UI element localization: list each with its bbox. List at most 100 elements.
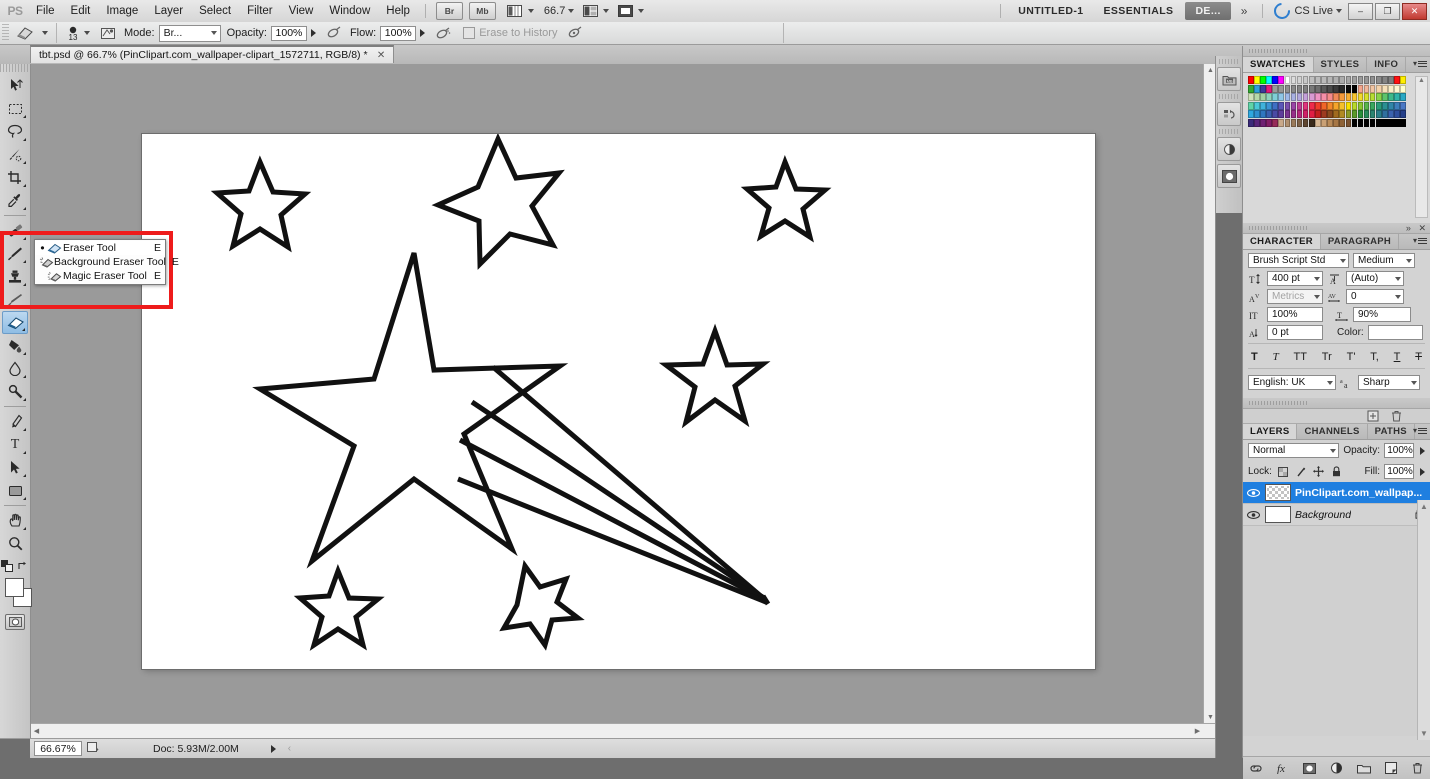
color-swatch[interactable] <box>1333 76 1339 85</box>
color-swatch[interactable] <box>1260 93 1266 102</box>
color-swatch[interactable] <box>1394 110 1400 119</box>
foreground-color-swatch[interactable] <box>5 578 24 597</box>
color-swatch[interactable] <box>1248 93 1254 102</box>
quick-mask-mode-icon[interactable] <box>5 614 25 630</box>
document-canvas[interactable] <box>142 134 1095 669</box>
color-swatch[interactable] <box>1333 84 1339 93</box>
color-swatch[interactable] <box>1339 118 1345 127</box>
eraser-tool-flyout-menu[interactable]: • Eraser Tool E Background Eraser Tool E… <box>34 239 179 285</box>
color-swatch[interactable] <box>1327 76 1333 85</box>
color-swatch[interactable] <box>1363 84 1370 93</box>
color-swatch[interactable] <box>1388 84 1394 93</box>
color-swatch[interactable] <box>1284 110 1291 119</box>
workspace-more-icon[interactable]: » <box>1233 4 1256 18</box>
color-swatch[interactable] <box>1333 118 1339 127</box>
eraser-tool-preset-icon[interactable] <box>13 24 39 42</box>
color-swatch[interactable] <box>1382 84 1388 93</box>
color-swatch[interactable] <box>1266 76 1272 85</box>
color-swatch[interactable] <box>1327 118 1333 127</box>
color-swatch[interactable] <box>1363 118 1370 127</box>
mode-select[interactable]: Br... <box>158 24 221 42</box>
swap-colors-icon[interactable] <box>18 561 29 572</box>
arrange-caret-icon[interactable] <box>638 9 645 13</box>
link-layers-icon[interactable] <box>1249 761 1263 775</box>
brush-preset-caret-icon[interactable] <box>84 31 90 35</box>
color-swatch[interactable] <box>1339 93 1345 102</box>
zoom-tool[interactable] <box>2 532 28 555</box>
color-swatch[interactable] <box>1260 101 1266 110</box>
flyout-item-eraser-tool[interactable]: • Eraser Tool E <box>35 241 165 255</box>
tracking-input[interactable]: 0 <box>1346 289 1404 304</box>
color-swatch[interactable] <box>1394 118 1400 127</box>
faux-italic-button[interactable]: T <box>1273 351 1279 363</box>
color-swatch[interactable] <box>1388 76 1394 85</box>
foreground-background-colors[interactable] <box>0 576 32 610</box>
crop-tool[interactable] <box>2 166 28 189</box>
color-swatch[interactable] <box>1278 118 1285 127</box>
color-swatch[interactable] <box>1248 110 1254 119</box>
color-swatch[interactable] <box>1351 118 1358 127</box>
color-swatch[interactable] <box>1363 101 1370 110</box>
layers-empty-area[interactable] <box>1243 526 1430 736</box>
color-swatch[interactable] <box>1272 76 1278 85</box>
view-extras-icon[interactable] <box>505 3 525 19</box>
gradient-tool[interactable] <box>2 334 28 357</box>
launch-bridge-button[interactable]: Br <box>435 2 463 20</box>
color-swatch[interactable] <box>1345 101 1352 110</box>
color-swatch[interactable] <box>1327 110 1333 119</box>
opacity-pressure-icon[interactable] <box>324 25 344 41</box>
baseline-shift-input[interactable]: 0 pt <box>1267 325 1323 340</box>
color-swatch[interactable] <box>1315 110 1321 119</box>
color-swatch[interactable] <box>1345 76 1352 85</box>
color-swatch[interactable] <box>1375 84 1382 93</box>
color-swatch[interactable] <box>1333 110 1339 119</box>
color-swatch[interactable] <box>1375 110 1382 119</box>
color-swatch[interactable] <box>1375 76 1382 85</box>
color-swatch[interactable] <box>1315 93 1321 102</box>
color-swatch[interactable] <box>1369 93 1376 102</box>
color-swatch[interactable] <box>1308 76 1315 85</box>
color-swatch[interactable] <box>1357 93 1364 102</box>
color-swatch[interactable] <box>1272 84 1278 93</box>
color-swatch[interactable] <box>1388 93 1394 102</box>
color-swatch[interactable] <box>1315 84 1321 93</box>
color-swatch[interactable] <box>1327 101 1333 110</box>
color-swatch[interactable] <box>1254 118 1260 127</box>
language-select[interactable]: English: UK <box>1248 375 1336 390</box>
flyout-item-background-eraser-tool[interactable]: Background Eraser Tool E <box>35 255 179 269</box>
tab-info[interactable]: INFO <box>1367 57 1407 72</box>
color-swatch[interactable] <box>1357 101 1364 110</box>
color-swatch[interactable] <box>1357 118 1364 127</box>
dock-grip-1[interactable] <box>1219 59 1239 64</box>
color-swatch[interactable] <box>1388 110 1394 119</box>
layer-visibility-eye-icon[interactable] <box>1245 510 1261 520</box>
close-icon[interactable]: ✕ <box>376 50 387 61</box>
color-swatch[interactable] <box>1272 93 1278 102</box>
color-swatch[interactable] <box>1290 101 1297 110</box>
history-dock-icon[interactable] <box>1217 102 1241 126</box>
layers-panel-titlebar[interactable] <box>1243 398 1430 409</box>
opacity-slider-toggle-icon[interactable] <box>1420 446 1425 455</box>
canvas-horizontal-scrollbar[interactable]: ◀ ▶ <box>30 723 1218 738</box>
color-swatch[interactable] <box>1375 101 1382 110</box>
layer-visibility-eye-icon[interactable] <box>1245 488 1261 498</box>
default-colors-icon[interactable] <box>1 560 13 572</box>
menu-help[interactable]: Help <box>378 2 418 20</box>
tools-panel-grip[interactable] <box>0 64 30 72</box>
workspace-essentials[interactable]: ESSENTIALS <box>1094 1 1184 21</box>
color-swatch[interactable] <box>1388 101 1394 110</box>
menu-select[interactable]: Select <box>191 2 239 20</box>
layer-fill-input[interactable]: 100% <box>1384 464 1414 479</box>
color-swatch[interactable] <box>1351 110 1358 119</box>
window-restore-button[interactable]: ❐ <box>1375 2 1400 20</box>
color-swatch[interactable] <box>1296 76 1303 85</box>
lock-transparent-pixels-icon[interactable] <box>1276 465 1290 479</box>
font-style-select[interactable]: Medium <box>1353 253 1415 268</box>
color-swatch[interactable] <box>1369 101 1376 110</box>
collapse-panel-icon[interactable]: » <box>1406 223 1411 233</box>
menu-view[interactable]: View <box>281 2 322 20</box>
horizontal-type-tool[interactable]: T <box>2 433 28 456</box>
spot-healing-brush-tool[interactable] <box>2 219 28 242</box>
options-bar-grip[interactable] <box>2 24 9 42</box>
layer-row-background[interactable]: Background <box>1243 504 1430 526</box>
